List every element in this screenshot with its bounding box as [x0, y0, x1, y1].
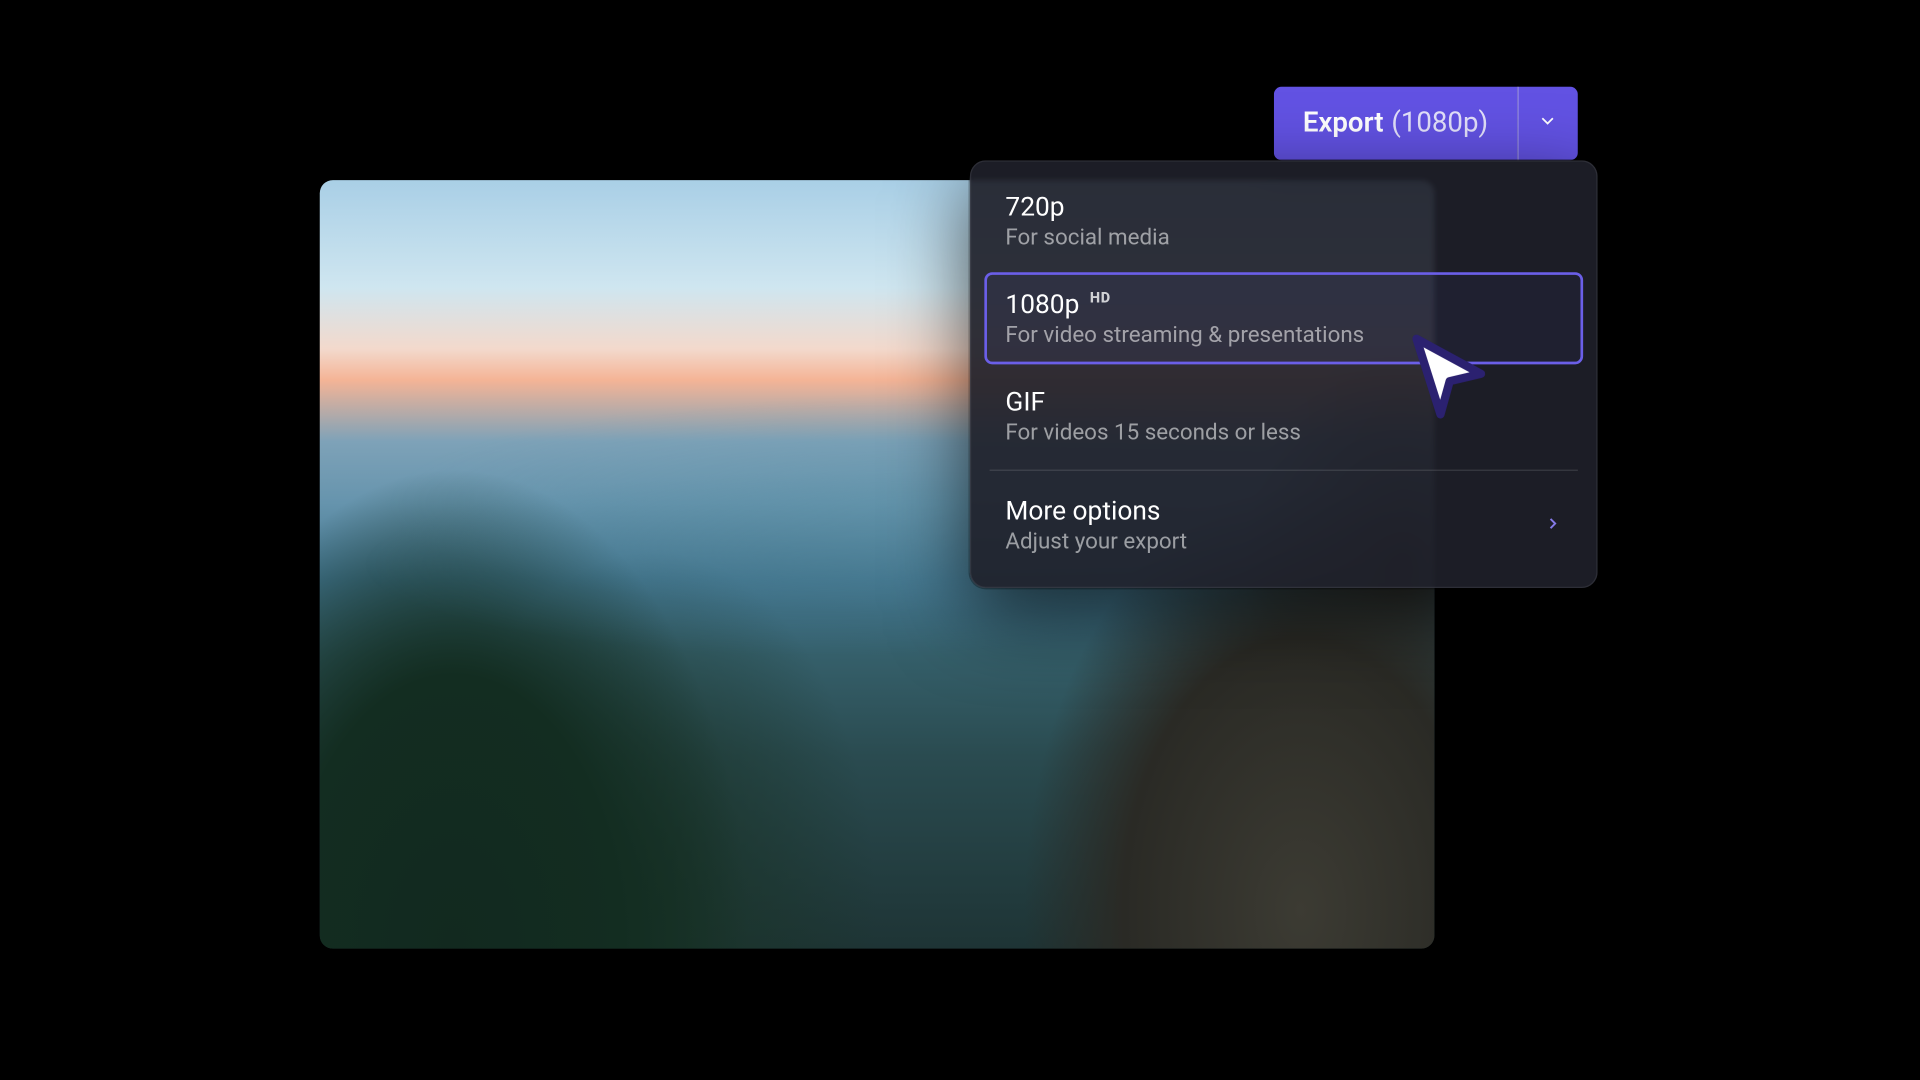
option-title: GIF — [1005, 385, 1045, 417]
export-button[interactable]: Export (1080p) — [1274, 87, 1517, 161]
chevron-right-icon — [1544, 512, 1562, 537]
option-subtitle: For social media — [1005, 225, 1562, 251]
more-options-subtitle: Adjust your export — [1005, 529, 1187, 555]
option-subtitle: For videos 15 seconds or less — [1005, 420, 1562, 446]
export-button-label: Export — [1303, 108, 1384, 140]
more-options-row[interactable]: More options Adjust your export — [984, 479, 1583, 574]
export-split-button: Export (1080p) — [1274, 87, 1578, 161]
export-option-1080p[interactable]: 1080p HD For video streaming & presentat… — [984, 272, 1583, 364]
export-options-dropdown: 720p For social media 1080p HD For video… — [970, 160, 1598, 588]
export-option-gif[interactable]: GIF For videos 15 seconds or less — [984, 370, 1583, 462]
option-title: 720p — [1005, 191, 1064, 223]
export-button-resolution: (1080p) — [1391, 108, 1488, 140]
option-subtitle: For video streaming & presentations — [1005, 322, 1562, 348]
export-dropdown-toggle[interactable] — [1517, 87, 1578, 161]
divider — [990, 470, 1578, 471]
more-options-title: More options — [1005, 495, 1187, 527]
option-title: 1080p — [1005, 288, 1079, 320]
hd-badge: HD — [1090, 289, 1111, 309]
chevron-down-icon — [1537, 110, 1558, 136]
export-option-720p[interactable]: 720p For social media — [984, 175, 1583, 267]
